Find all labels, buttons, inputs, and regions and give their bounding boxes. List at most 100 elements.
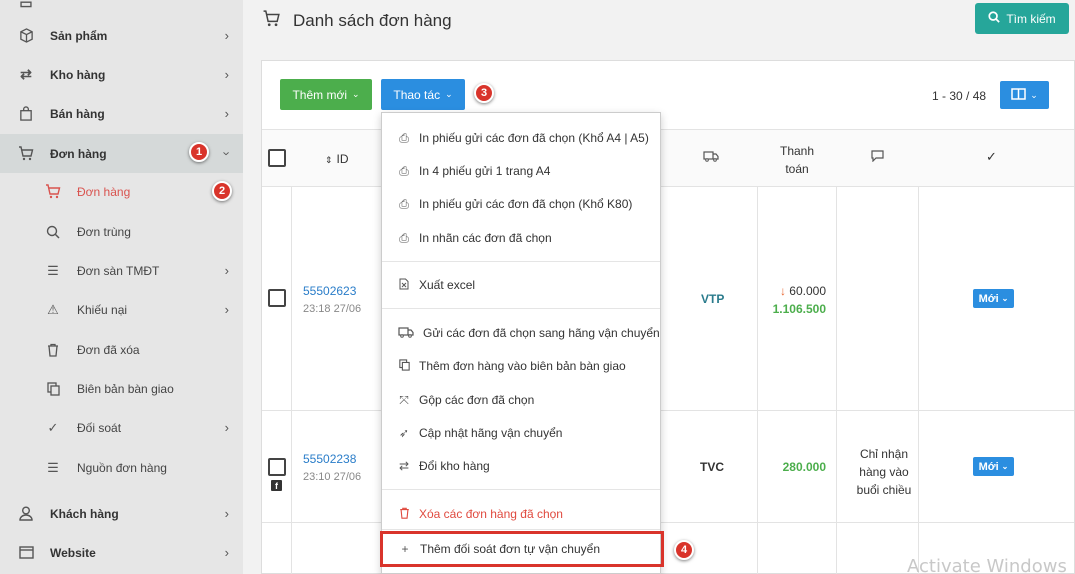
menu-item-add-self-shipping-reconcile[interactable]: + Thêm đối soát đơn tự vận chuyển bbox=[380, 531, 664, 567]
cart-icon bbox=[45, 184, 61, 200]
sidebar-sub-orders[interactable]: Đơn hàng bbox=[0, 172, 243, 211]
chevron-right-icon: › bbox=[224, 506, 229, 521]
add-new-button[interactable]: Thêm mới ⌄ bbox=[280, 79, 372, 110]
order-id-link[interactable]: 55502623 bbox=[303, 284, 356, 298]
menu-item-update-carrier[interactable]: ➶ Cập nhật hãng vận chuyển bbox=[382, 417, 660, 449]
transfer-icon: ⇄ bbox=[398, 459, 410, 473]
status-button[interactable]: Mới ⌄ bbox=[973, 457, 1014, 476]
dashboard-icon: ▭ bbox=[19, 0, 33, 11]
chevron-down-icon: › bbox=[219, 151, 235, 156]
actions-label: Thao tác bbox=[393, 87, 441, 102]
payment-header-line1: Thanh bbox=[779, 144, 815, 158]
column-header-id[interactable]: ⇕ ID bbox=[325, 152, 349, 166]
chevron-right-icon: › bbox=[224, 263, 229, 278]
sidebar-item-customers[interactable]: Khách hàng › bbox=[0, 494, 243, 533]
sidebar-sub-label: Đơn trùng bbox=[77, 224, 131, 239]
note-line: buổi chiều bbox=[856, 483, 912, 497]
chevron-down-icon: ⌄ bbox=[352, 89, 360, 99]
sidebar-sub-sources[interactable]: ☰ Nguồn đơn hàng bbox=[0, 448, 243, 487]
sidebar-item-partial[interactable]: ▭ bbox=[0, 0, 243, 14]
menu-divider bbox=[382, 308, 660, 309]
sidebar-sub-label: Khiếu nại bbox=[77, 302, 128, 317]
chevron-down-icon: ⌄ bbox=[1030, 89, 1038, 100]
menu-divider bbox=[382, 261, 660, 262]
menu-item-add-to-handover[interactable]: Thêm đơn hàng vào biên bản bàn giao bbox=[382, 350, 660, 382]
menu-item-label: Thêm đối soát đơn tự vận chuyển bbox=[420, 542, 600, 556]
check-icon: ✓ bbox=[986, 149, 997, 164]
select-all-checkbox[interactable] bbox=[268, 149, 286, 167]
menu-item-export-excel[interactable]: Xuất excel bbox=[382, 269, 660, 301]
menu-item-delete-orders[interactable]: Xóa các đơn hàng đã chọn bbox=[382, 498, 660, 530]
sidebar-sub-label: Biên bản bàn giao bbox=[77, 381, 174, 396]
sidebar-sub-duplicates[interactable]: Đơn trùng bbox=[0, 212, 243, 251]
search-button[interactable]: Tìm kiếm bbox=[975, 3, 1069, 34]
menu-divider bbox=[382, 489, 660, 490]
sidebar-sub-deleted[interactable]: Đơn đã xóa bbox=[0, 330, 243, 369]
order-note: Chỉ nhận hàng vào buổi chiều bbox=[846, 445, 922, 499]
menu-item-label: Gộp các đơn đã chọn bbox=[419, 393, 535, 407]
search-button-label: Tìm kiếm bbox=[1006, 11, 1056, 26]
chevron-down-icon: ⌄ bbox=[1001, 462, 1009, 471]
menu-divider bbox=[382, 529, 660, 530]
menu-item-merge-orders[interactable]: ⤧ Gộp các đơn đã chọn bbox=[382, 384, 660, 416]
menu-item-label: Gửi các đơn đã chọn sang hãng vận chuyển bbox=[423, 326, 660, 340]
sidebar-item-warehouse[interactable]: ⇄ Kho hàng › bbox=[0, 55, 243, 94]
menu-item-label: Cập nhật hãng vận chuyển bbox=[419, 426, 563, 440]
step-badge-4: 4 bbox=[674, 540, 694, 560]
menu-item-print-a4a5[interactable]: ⎙ In phiếu gửi các đơn đã chọn (Khổ A4 | … bbox=[382, 122, 660, 154]
sidebar-item-label: Kho hàng bbox=[50, 67, 106, 82]
status-button[interactable]: Mới ⌄ bbox=[973, 289, 1014, 308]
bag-icon bbox=[18, 106, 34, 122]
menu-item-print-labels[interactable]: ⎙ In nhãn các đơn đã chọn bbox=[382, 222, 660, 254]
row-checkbox[interactable] bbox=[268, 458, 286, 476]
sidebar-sub-reconcile[interactable]: ✓ Đối soát › bbox=[0, 408, 243, 447]
sidebar-item-website[interactable]: Website › bbox=[0, 533, 243, 572]
sidebar-sub-ecommerce[interactable]: ☰ Đơn sàn TMĐT › bbox=[0, 251, 243, 290]
transfer-icon: ⇄ bbox=[20, 66, 32, 82]
note-icon bbox=[871, 150, 884, 165]
columns-button[interactable]: ⌄ bbox=[1000, 81, 1049, 109]
actions-button[interactable]: Thao tác ⌄ bbox=[381, 79, 465, 110]
print-icon: ⎙ bbox=[399, 196, 409, 211]
chevron-down-icon: ⌄ bbox=[445, 89, 453, 99]
facebook-icon: f bbox=[271, 480, 282, 491]
carrier-name: TVC bbox=[700, 460, 724, 474]
actions-dropdown-menu: ⎙ In phiếu gửi các đơn đã chọn (Khổ A4 | … bbox=[380, 112, 664, 574]
amount-total: 1.106.500 bbox=[772, 302, 826, 316]
menu-item-change-warehouse[interactable]: ⇄ Đổi kho hàng bbox=[382, 450, 660, 482]
list-icon: ☰ bbox=[47, 459, 59, 475]
menu-item-label: In phiếu gửi các đơn đã chọn (Khổ K80) bbox=[419, 197, 633, 211]
add-new-label: Thêm mới bbox=[292, 87, 347, 102]
menu-item-label: Xóa các đơn hàng đã chọn bbox=[419, 507, 563, 521]
column-header-id-label: ID bbox=[336, 152, 349, 166]
sidebar-sub-complaints[interactable]: ⚠ Khiếu nại › bbox=[0, 290, 243, 329]
chevron-right-icon: › bbox=[224, 545, 229, 560]
copy-icon bbox=[397, 358, 411, 374]
carrier-name: VTP bbox=[701, 292, 725, 306]
cart-icon bbox=[262, 10, 281, 32]
windows-activation-watermark: Activate Windows bbox=[907, 556, 1067, 574]
row-checkbox[interactable] bbox=[268, 289, 286, 307]
menu-item-print-4-per-a4[interactable]: ⎙ In 4 phiếu gửi 1 trang A4 bbox=[382, 155, 660, 187]
sidebar-item-sales[interactable]: Bán hàng › bbox=[0, 94, 243, 133]
excel-icon bbox=[397, 278, 411, 293]
box-icon bbox=[18, 28, 34, 44]
sort-icon: ⇕ bbox=[325, 155, 333, 165]
menu-item-label: In 4 phiếu gửi 1 trang A4 bbox=[419, 164, 551, 178]
trash-icon bbox=[45, 342, 61, 358]
amount-down-value: 60.000 bbox=[789, 284, 826, 298]
table-border bbox=[836, 129, 837, 574]
step-badge-3: 3 bbox=[474, 83, 494, 103]
chevron-right-icon: › bbox=[224, 28, 229, 43]
sidebar-item-label: Bán hàng bbox=[50, 106, 105, 121]
menu-item-label: Xuất excel bbox=[419, 278, 476, 292]
menu-item-label: Thêm đơn hàng vào biên bản bàn giao bbox=[419, 359, 626, 373]
table-border bbox=[757, 129, 758, 574]
plus-icon: + bbox=[401, 542, 409, 556]
payment-header-line2: toán bbox=[785, 162, 809, 176]
sidebar-sub-handover[interactable]: Biên bản bàn giao bbox=[0, 369, 243, 408]
menu-item-send-to-carrier[interactable]: Gửi các đơn đã chọn sang hãng vận chuyển bbox=[382, 317, 660, 349]
menu-item-print-k80[interactable]: ⎙ In phiếu gửi các đơn đã chọn (Khổ K80) bbox=[382, 188, 660, 220]
sidebar-item-products[interactable]: Sản phẩm › bbox=[0, 16, 243, 55]
order-id-link[interactable]: 55502238 bbox=[303, 452, 356, 466]
